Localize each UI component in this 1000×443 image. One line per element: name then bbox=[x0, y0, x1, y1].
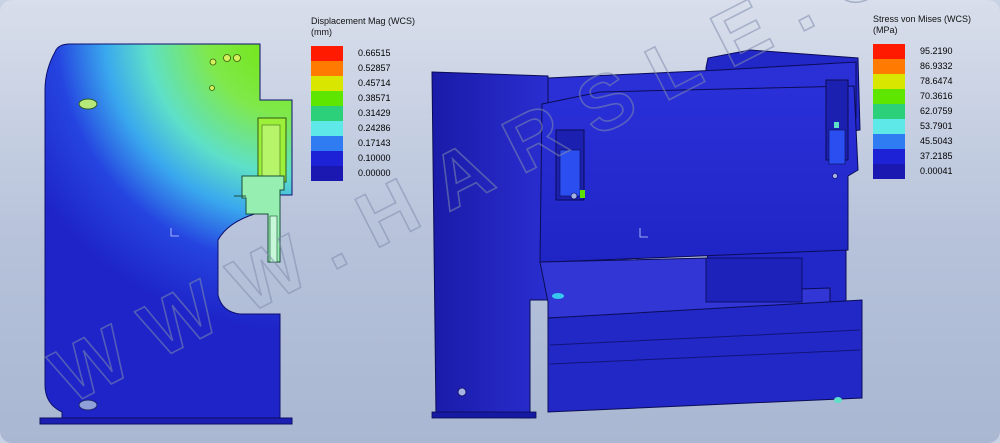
displacement-scale-values: 0.66515 0.52857 0.45714 0.38571 0.31429 … bbox=[358, 46, 391, 181]
scale-color-band bbox=[873, 149, 905, 164]
scale-color-band bbox=[873, 44, 905, 59]
scale-color-band bbox=[311, 166, 343, 181]
scale-color-band bbox=[873, 134, 905, 149]
stress-color-scale bbox=[873, 44, 905, 179]
displacement-color-scale bbox=[311, 46, 343, 181]
scale-value: 0.38571 bbox=[358, 93, 391, 103]
stress-legend-unit: (MPa) bbox=[873, 25, 898, 35]
scale-value: 0.24286 bbox=[358, 123, 391, 133]
displacement-legend-unit: (mm) bbox=[311, 27, 332, 37]
stress-legend: Stress von Mises (WCS) (MPa) bbox=[873, 14, 971, 36]
scale-color-band bbox=[873, 59, 905, 74]
fea-results-frame: WWW.HARSLE.COM Displacement Mag (WCS) (m… bbox=[0, 0, 1000, 443]
scale-color-band bbox=[311, 61, 343, 76]
scale-value: 0.52857 bbox=[358, 63, 391, 73]
scale-color-band bbox=[873, 89, 905, 104]
stress-legend-title: Stress von Mises (WCS) bbox=[873, 14, 972, 24]
scale-value: 62.0759 bbox=[920, 106, 953, 116]
scale-color-band bbox=[873, 164, 905, 179]
scale-value: 0.17143 bbox=[358, 138, 391, 148]
scale-value: 0.31429 bbox=[358, 108, 391, 118]
scale-color-band bbox=[311, 136, 343, 151]
displacement-legend-title: Displacement Mag (WCS) bbox=[311, 16, 416, 26]
scale-value: 0.00000 bbox=[358, 168, 391, 178]
scale-value: 37.2185 bbox=[920, 151, 953, 161]
scale-color-band bbox=[311, 46, 343, 61]
scale-value: 70.3616 bbox=[920, 91, 953, 101]
side-frame-model bbox=[39, 43, 293, 425]
press-brake-model bbox=[431, 49, 863, 419]
displacement-legend: Displacement Mag (WCS) (mm) bbox=[311, 16, 415, 38]
fea-viewport bbox=[39, 43, 863, 425]
scale-color-band bbox=[311, 91, 343, 106]
scale-value: 0.45714 bbox=[358, 78, 391, 88]
scale-value: 53.7901 bbox=[920, 121, 953, 131]
scale-value: 0.66515 bbox=[358, 48, 391, 58]
scale-color-band bbox=[873, 74, 905, 89]
scale-color-band bbox=[873, 119, 905, 134]
scale-color-band bbox=[311, 106, 343, 121]
scale-value: 78.6474 bbox=[920, 76, 953, 86]
scale-value: 0.10000 bbox=[358, 153, 391, 163]
scale-color-band bbox=[311, 121, 343, 136]
scale-value: 86.9332 bbox=[920, 61, 953, 71]
scale-value: 0.00041 bbox=[920, 166, 953, 176]
scale-value: 95.2190 bbox=[920, 46, 953, 56]
scale-color-band bbox=[311, 151, 343, 166]
scale-value: 45.5043 bbox=[920, 136, 953, 146]
scale-color-band bbox=[873, 104, 905, 119]
scale-color-band bbox=[311, 76, 343, 91]
stress-scale-values: 95.2190 86.9332 78.6474 70.3616 62.0759 … bbox=[920, 44, 953, 179]
